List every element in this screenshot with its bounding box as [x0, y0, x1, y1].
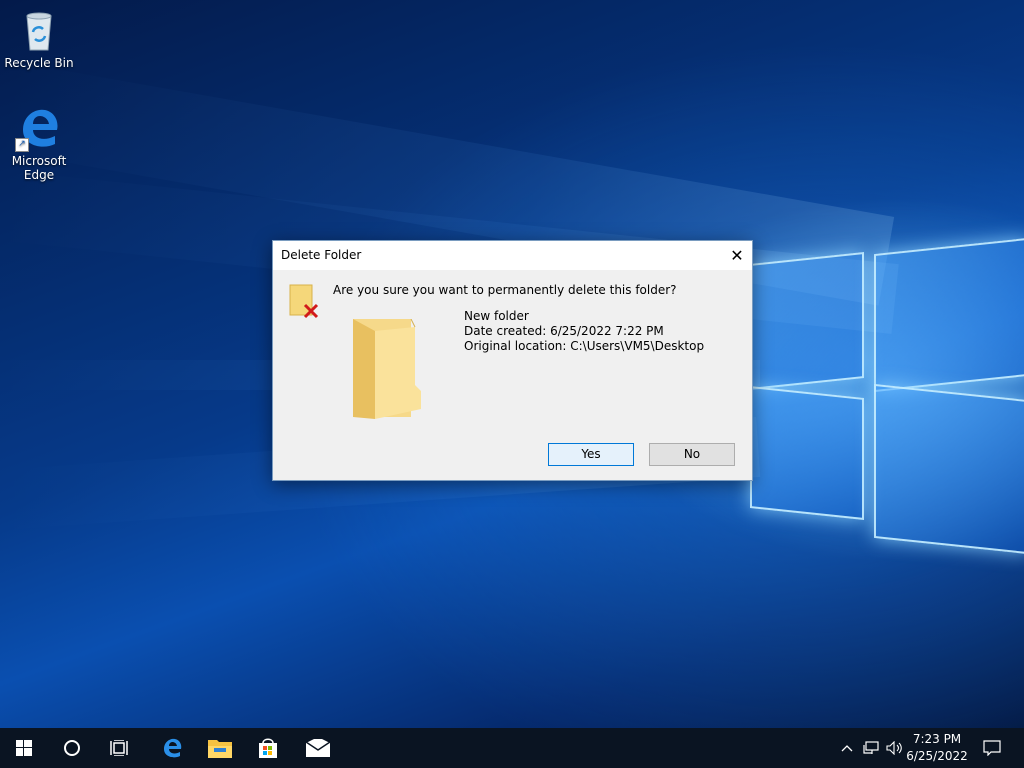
- taskbar-mail-button[interactable]: [294, 728, 342, 768]
- no-button[interactable]: No: [649, 443, 735, 466]
- desktop-icon-label-line2: Edge: [23, 168, 55, 182]
- windows-logo-pane: [874, 237, 1024, 393]
- folder-name: New folder: [464, 309, 529, 323]
- shortcut-arrow-icon: ↗: [15, 138, 29, 152]
- clock-time: 7:23 PM: [912, 732, 962, 746]
- start-icon: [16, 740, 32, 756]
- edge-icon: [164, 738, 182, 758]
- taskbar-file-explorer-button[interactable]: [196, 728, 244, 768]
- recycle-bin-icon: [15, 6, 63, 54]
- taskbar-store-button[interactable]: [244, 728, 292, 768]
- folder-details: New folder Date created: 6/25/2022 7:22 …: [464, 309, 704, 354]
- volume-icon: [886, 741, 902, 755]
- mail-icon: [306, 739, 330, 757]
- windows-logo-pane: [750, 386, 864, 520]
- chevron-up-icon: [841, 745, 853, 752]
- show-hidden-icons-button[interactable]: [836, 728, 858, 768]
- delete-folder-icon: [289, 283, 319, 319]
- desktop-icon-label-line1: Microsoft: [11, 154, 67, 168]
- dialog-question: Are you sure you want to permanently del…: [333, 283, 677, 297]
- search-icon: [64, 740, 80, 756]
- action-center-icon: [983, 740, 1001, 756]
- taskbar: 7:23 PM 6/25/2022: [0, 728, 1024, 768]
- volume-button[interactable]: [884, 728, 906, 768]
- network-button[interactable]: [860, 728, 882, 768]
- desktop-icon-edge[interactable]: ↗ Microsoft Edge: [1, 104, 77, 182]
- clock[interactable]: 7:23 PM 6/25/2022: [906, 731, 968, 765]
- folder-icon: [353, 318, 425, 423]
- windows-logo-pane: [874, 383, 1024, 555]
- folder-original-location: Original location: C:\Users\VM5\Desktop: [464, 339, 705, 353]
- folder-date-created: Date created: 6/25/2022 7:22 PM: [464, 324, 664, 338]
- start-button[interactable]: [0, 728, 48, 768]
- dialog-title: Delete Folder: [281, 248, 362, 262]
- action-center-button[interactable]: [976, 728, 1008, 768]
- close-button[interactable]: ✕: [722, 241, 752, 270]
- store-icon: [259, 738, 277, 758]
- dialog-titlebar[interactable]: Delete Folder ✕: [273, 241, 752, 270]
- task-view-button[interactable]: [96, 728, 144, 768]
- windows-logo-pane: [750, 252, 864, 390]
- clock-date: 6/25/2022: [906, 749, 968, 763]
- desktop-icon-label: Recycle Bin: [4, 56, 74, 70]
- delete-folder-dialog: Delete Folder ✕ Are you sure you want to…: [272, 240, 753, 481]
- taskbar-edge-button[interactable]: [148, 728, 196, 768]
- task-view-icon: [110, 740, 128, 756]
- search-button[interactable]: [48, 728, 96, 768]
- desktop-icon-recycle-bin[interactable]: Recycle Bin: [1, 6, 77, 70]
- file-explorer-icon: [208, 740, 232, 758]
- yes-button[interactable]: Yes: [548, 443, 634, 466]
- network-icon: [863, 741, 879, 754]
- edge-icon: ↗: [15, 104, 63, 152]
